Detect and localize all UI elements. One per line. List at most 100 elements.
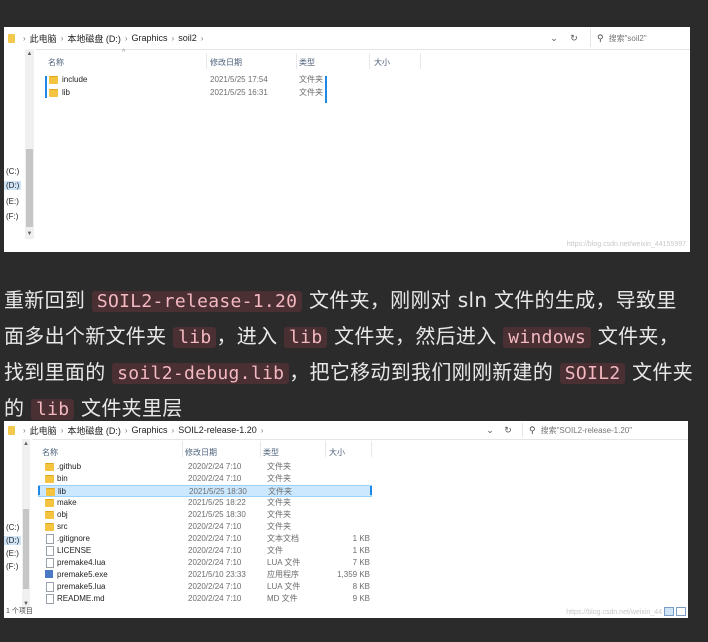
breadcrumb-item-drive[interactable]: 本地磁盘 (D:) [67, 424, 121, 437]
file-row[interactable]: lib 2021/5/25 18:30 文件夹 [38, 485, 372, 497]
file-name: premake5.lua [57, 582, 106, 591]
file-type: 文件夹 [267, 474, 291, 483]
file-row[interactable]: bin 2020/2/24 7:10 文件夹 [38, 473, 372, 485]
drive-d[interactable]: (D:) [4, 536, 22, 545]
address-bar[interactable]: › 此电脑 › 本地磁盘 (D:) › Graphics › soil2 › ⌄… [4, 27, 690, 50]
folder-icon [46, 488, 55, 496]
address-bar[interactable]: › 此电脑 › 本地磁盘 (D:) › Graphics › SOIL2-rel… [4, 421, 688, 440]
refresh-icon[interactable]: ↻ [566, 27, 582, 49]
breadcrumb-item-graphics[interactable]: Graphics [132, 425, 168, 435]
navigation-pane[interactable]: (C:) (D:) (E:) (F:) ▲ ▼ [4, 439, 32, 609]
breadcrumb-item-drive[interactable]: 本地磁盘 (D:) [67, 32, 121, 45]
history-dropdown-icon[interactable]: ⌄ [546, 27, 562, 49]
column-header-date[interactable]: 修改日期 [185, 447, 217, 458]
breadcrumb-item-pc[interactable]: 此电脑 [30, 32, 57, 45]
file-name: make [57, 498, 77, 507]
file-row[interactable]: .github 2020/2/24 7:10 文件夹 [38, 461, 372, 473]
sidebar-scrollbar[interactable]: ▲ ▼ [22, 439, 30, 609]
search-box[interactable]: ⚲ 搜索"soil2" [590, 29, 690, 47]
chevron-right-icon: › [260, 425, 264, 435]
file-row-include[interactable]: include 2021/5/25 17:54 文件夹 [44, 74, 344, 86]
file-name: premake5.exe [57, 570, 108, 579]
column-header-size[interactable]: 大小 [329, 447, 345, 458]
file-date: 2021/5/25 18:22 [188, 498, 246, 507]
file-row[interactable]: LICENSE 2020/2/24 7:10 文件 1 KB [38, 545, 372, 557]
scrollbar-thumb[interactable] [23, 509, 29, 589]
breadcrumb-item-soil2[interactable]: soil2 [178, 33, 197, 43]
file-name: LICENSE [57, 546, 92, 555]
file-date: 2020/2/24 7:10 [188, 558, 242, 567]
breadcrumb-item-graphics[interactable]: Graphics [132, 33, 168, 43]
refresh-icon[interactable]: ↻ [500, 421, 516, 439]
file-type: LUA 文件 [267, 558, 301, 567]
chevron-right-icon: › [23, 425, 26, 435]
search-icon: ⚲ [597, 32, 604, 43]
scroll-down-icon[interactable]: ▼ [25, 231, 34, 237]
navigation-pane[interactable]: (C:) (D:) (E:) (F:) ▲ ▼ [4, 49, 36, 252]
column-divider[interactable] [371, 441, 372, 457]
column-divider[interactable] [182, 441, 183, 457]
file-row[interactable]: .gitignore 2020/2/24 7:10 文本文档 1 KB [38, 533, 372, 545]
column-header-name[interactable]: 名称 [42, 447, 58, 458]
file-name: .github [57, 462, 82, 471]
this-pc-icon [8, 33, 15, 43]
chevron-right-icon: › [60, 425, 64, 435]
drive-f[interactable]: (F:) [6, 562, 18, 571]
column-divider[interactable] [420, 53, 421, 69]
search-box[interactable]: ⚲ 搜索"SOIL2-release-1.20" [522, 423, 688, 437]
file-date: 2021/5/10 23:33 [188, 570, 246, 579]
chevron-right-icon: › [171, 425, 175, 435]
file-type: 文件 [267, 546, 283, 555]
breadcrumb[interactable]: › 此电脑 › 本地磁盘 (D:) › Graphics › soil2 › [8, 27, 207, 49]
file-row[interactable]: README.md 2020/2/24 7:10 MD 文件 9 KB [38, 593, 372, 605]
scrollbar-thumb[interactable] [26, 149, 33, 227]
scroll-up-icon[interactable]: ▲ [22, 441, 30, 447]
selection-marker [325, 76, 327, 103]
file-date: 2020/2/24 7:10 [188, 534, 242, 543]
file-type: 文件夹 [267, 510, 291, 519]
details-view-icon[interactable] [664, 607, 674, 616]
file-type: 文件夹 [267, 462, 291, 471]
scroll-up-icon[interactable]: ▲ [25, 51, 34, 57]
column-divider[interactable] [325, 441, 326, 457]
file-row[interactable]: obj 2021/5/25 18:30 文件夹 [38, 509, 372, 521]
column-header-size[interactable]: 大小 [374, 57, 390, 68]
breadcrumb-item-pc[interactable]: 此电脑 [30, 424, 57, 437]
sidebar-scrollbar[interactable]: ▲ ▼ [25, 49, 34, 239]
column-divider[interactable] [260, 441, 261, 457]
file-row[interactable]: src 2020/2/24 7:10 文件夹 [38, 521, 372, 533]
column-divider[interactable] [206, 53, 207, 69]
drive-e[interactable]: (E:) [6, 197, 19, 206]
chevron-right-icon: › [124, 33, 128, 43]
file-name: include [62, 75, 88, 84]
history-dropdown-icon[interactable]: ⌄ [482, 421, 498, 439]
file-row[interactable]: make 2021/5/25 18:22 文件夹 [38, 497, 372, 509]
file-row[interactable]: premake5.lua 2020/2/24 7:10 LUA 文件 8 KB [38, 581, 372, 593]
inline-code: windows [503, 327, 592, 348]
breadcrumb-item-soil2-release[interactable]: SOIL2-release-1.20 [178, 425, 257, 435]
search-input[interactable]: 搜索"SOIL2-release-1.20" [541, 425, 633, 436]
file-type: 文件夹 [299, 75, 323, 84]
file-row[interactable]: premake4.lua 2020/2/24 7:10 LUA 文件 7 KB [38, 557, 372, 569]
breadcrumb[interactable]: › 此电脑 › 本地磁盘 (D:) › Graphics › SOIL2-rel… [8, 421, 267, 439]
column-header-type[interactable]: 类型 [299, 57, 315, 68]
column-divider[interactable] [296, 53, 297, 69]
drive-c[interactable]: (C:) [6, 523, 19, 532]
drive-d[interactable]: (D:) [4, 181, 22, 190]
inline-code: lib [173, 327, 217, 348]
file-size: 1,359 KB [337, 570, 370, 579]
column-header-name[interactable]: 名称 [48, 57, 64, 68]
file-date: 2021/5/25 17:54 [210, 75, 268, 84]
file-row[interactable]: premake5.exe 2021/5/10 23:33 应用程序 1,359 KB [38, 569, 372, 581]
drive-c[interactable]: (C:) [6, 167, 19, 176]
search-input[interactable]: 搜索"soil2" [609, 33, 647, 44]
column-header-type[interactable]: 类型 [263, 447, 279, 458]
drive-f[interactable]: (F:) [6, 212, 18, 221]
column-divider[interactable] [369, 53, 370, 69]
column-header-date[interactable]: 修改日期 [210, 57, 242, 68]
large-icons-view-icon[interactable] [676, 607, 686, 616]
drive-e[interactable]: (E:) [6, 549, 19, 558]
file-row-lib[interactable]: lib 2021/5/25 16:31 文件夹 [44, 87, 344, 99]
file-type: LUA 文件 [267, 582, 301, 591]
view-switcher[interactable] [664, 607, 686, 616]
